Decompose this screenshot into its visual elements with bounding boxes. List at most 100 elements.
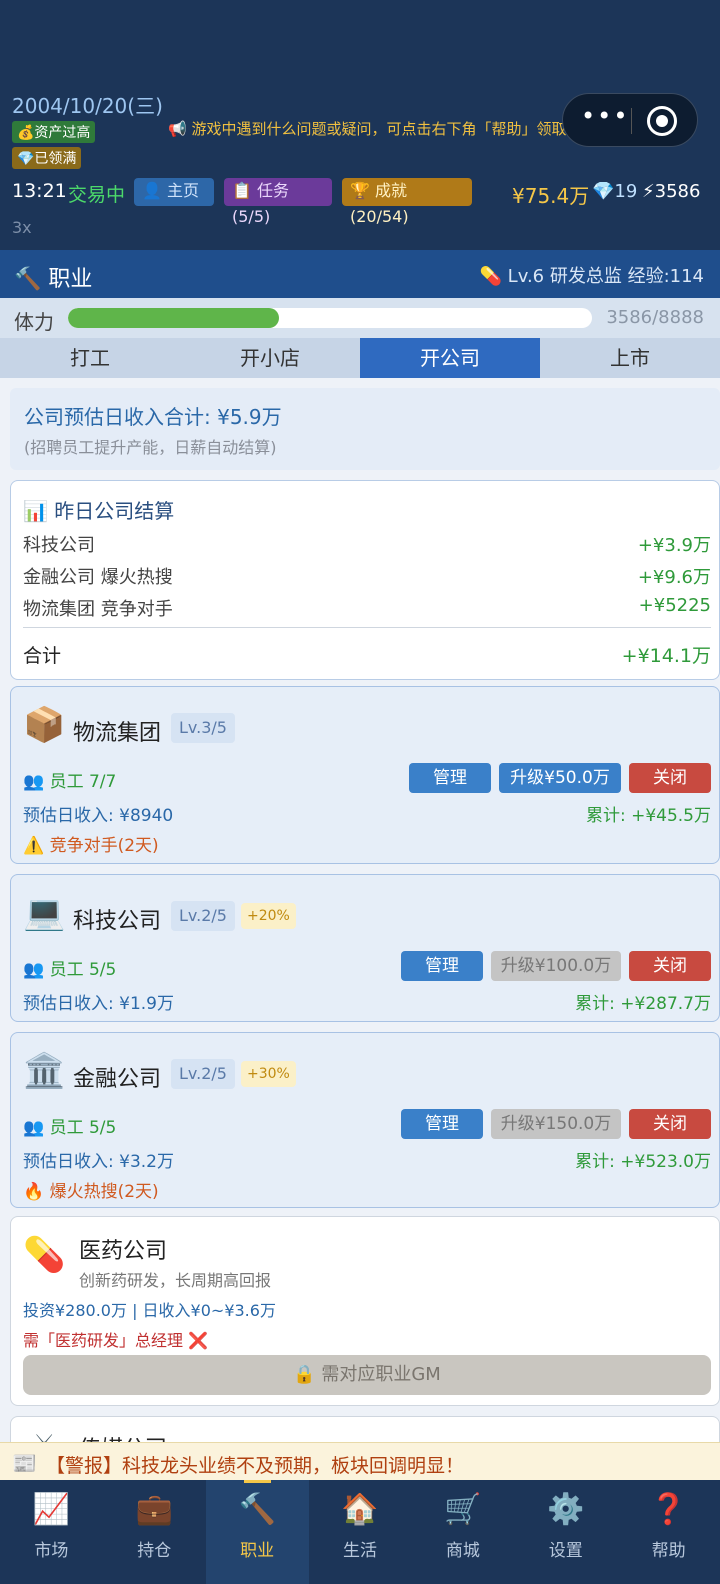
briefcase-icon: 💼 [135,1492,173,1527]
nav-life[interactable]: 🏠 生活 [309,1480,412,1584]
gem-count: 💎19 [592,181,638,202]
settlement-total-label: 合计 [23,645,62,667]
manage-button[interactable]: 管理 [401,951,483,981]
close-company-button[interactable]: 关闭 [629,1109,711,1139]
company-name: 物流集团 [73,721,162,746]
settlement-row: 物流集团 竞争对手 +¥5225 [23,595,711,621]
laptop-icon: 💻 [23,893,66,933]
tab-company[interactable]: 开公司 [360,338,540,378]
manage-button[interactable]: 管理 [401,1109,483,1139]
settlement-row-label: 科技公司 [23,535,95,556]
nav-label: 商城 [445,1541,480,1561]
upgrade-button[interactable]: 升级¥100.0万 [491,951,621,981]
upgrade-button[interactable]: 升级¥150.0万 [491,1109,621,1139]
nav-shop[interactable]: 🛒 商城 [411,1480,514,1584]
speed-toggle[interactable]: 3x [12,218,32,237]
nav-help[interactable]: ❓ 帮助 [617,1480,720,1584]
tab-ipo[interactable]: 上市 [540,338,720,378]
company-name: 科技公司 [73,909,162,934]
upgrade-button[interactable]: 升级¥50.0万 [499,763,621,793]
settlement-row-label: 物流集团 竞争对手 [23,599,173,620]
notice-text: 📢 游戏中遇到什么问题或疑问，可点击右下角「帮助」领取兑换码 [168,120,612,138]
stamina-value: 3586/8888 [606,307,704,328]
settlement-row: 金融公司 爆火热搜 +¥9.6万 [23,563,711,589]
company-event: ⚠️ 竞争对手(2天) [23,836,159,856]
assets-badge: 💰资产过高 [12,121,96,143]
nav-market[interactable]: 📈 市场 [0,1480,103,1584]
tab-part-time[interactable]: 打工 [0,338,180,378]
income-total: 公司预估日收入合计: ¥5.9万 [24,405,282,429]
company-event: 🔥 爆火热搜(2天) [23,1182,159,1202]
company-desc: 创新药研发，长周期高回报 [79,1271,272,1290]
gems-badge: 💎已领满 [12,147,82,169]
career-header: 🔨 职业 💊 Lv.6 研发总监 经验:114 [0,250,720,298]
hammer-icon: 🔨 [238,1492,276,1527]
nav-label: 职业 [240,1541,275,1561]
top-header: 2004/10/20(三) 💰资产过高 💎已领满 📢 游戏中遇到什么问题或疑问，… [0,0,720,250]
mini-program-capsule[interactable]: ••• [562,93,698,147]
company-staff: 👥 员工 5/5 [23,960,117,980]
nav-label: 市场 [34,1541,69,1561]
company-card-pharma: 💊 医药公司 创新药研发，长周期高回报 投资¥280.0万 | 日收入¥0~¥3… [10,1216,720,1406]
pill-icon: 💊 [23,1235,66,1275]
income-summary: 公司预估日收入合计: ¥5.9万 (招聘员工提升产能，日薪自动结算) [10,388,720,470]
company-level: Lv.3/5 [171,713,235,743]
more-icon[interactable]: ••• [581,102,629,130]
trading-status: 交易中 [68,184,126,206]
energy-count: ⚡3586 [642,181,701,202]
gear-icon: ⚙️ [547,1492,585,1527]
box-icon: 📦 [23,705,66,745]
company-bonus: +30% [241,1061,296,1087]
income-note: (招聘员工提升产能，日薪自动结算) [24,438,277,457]
close-target-icon[interactable] [647,106,677,136]
settlement-card: 📊 昨日公司结算 科技公司 +¥3.9万 金融公司 爆火热搜 +¥9.6万 物流… [10,480,720,680]
settlement-row-value: +¥5225 [638,595,711,616]
nav-label: 设置 [548,1541,583,1561]
nav-career[interactable]: 🔨 职业 [205,1480,309,1584]
company-name: 金融公司 [73,1067,162,1092]
company-level: Lv.2/5 [171,1059,235,1089]
home-button[interactable]: 👤 主页 [134,178,214,206]
achievements-button[interactable]: 🏆 成就(20/54) [342,178,472,226]
company-card-logistics: 📦 物流集团 Lv.3/5 👥 员工 7/7 管理 升级¥50.0万 关闭 预估… [10,686,720,864]
news-text: 【警报】科技龙头业绩不及预期，板块回调明显！ [46,1455,465,1477]
company-card-tech: 💻 科技公司 Lv.2/5 +20% 👥 员工 5/5 管理 升级¥100.0万… [10,874,720,1022]
company-name: 医药公司 [79,1239,168,1264]
stamina-label: 体力 [14,310,54,334]
tasks-button[interactable]: 📋 任务(5/5) [224,178,332,226]
settlement-row-label: 金融公司 爆火热搜 [23,567,173,588]
nav-label: 持仓 [137,1541,172,1561]
company-level: Lv.2/5 [171,901,235,931]
company-est-income: 预估日收入: ¥8940 [23,806,174,826]
company-cumulative: 累计: +¥287.7万 [575,994,711,1014]
nav-holdings[interactable]: 💼 持仓 [103,1480,206,1584]
newspaper-icon: 📰 [12,1451,37,1475]
close-company-button[interactable]: 关闭 [629,763,711,793]
career-info: 💊 Lv.6 研发总监 经验:114 [479,266,704,287]
nav-label: 生活 [343,1541,377,1561]
locked-button[interactable]: 🔒 需对应职业GM [23,1355,711,1395]
bank-icon: 🏛️ [23,1051,66,1091]
stamina-bar [68,308,592,328]
company-staff: 👥 员工 7/7 [23,772,117,792]
manage-button[interactable]: 管理 [409,763,491,793]
career-title: 🔨 职业 [14,267,93,292]
nav-settings[interactable]: ⚙️ 设置 [514,1480,617,1584]
settlement-divider [23,627,711,628]
company-est-income: 预估日收入: ¥3.2万 [23,1152,174,1172]
nav-label: 帮助 [651,1541,686,1561]
company-est-income: 预估日收入: ¥1.9万 [23,994,174,1014]
close-company-button[interactable]: 关闭 [629,951,711,981]
settlement-row-value: +¥9.6万 [637,567,711,588]
settlement-total-value: +¥14.1万 [621,645,711,667]
cash-balance: ¥75.4万 [512,184,590,208]
news-ticker[interactable]: 📰 【警报】科技龙头业绩不及预期，板块回调明显！ [0,1442,720,1480]
capsule-divider [631,108,632,134]
cart-icon: 🛒 [444,1492,482,1527]
chart-icon: 📈 [32,1492,71,1527]
house-icon: 🏠 [341,1492,379,1527]
tab-small-shop[interactable]: 开小店 [180,338,360,378]
company-cumulative: 累计: +¥45.5万 [585,806,711,826]
company-staff: 👥 员工 5/5 [23,1118,117,1138]
game-time: 13:21 [12,180,67,202]
